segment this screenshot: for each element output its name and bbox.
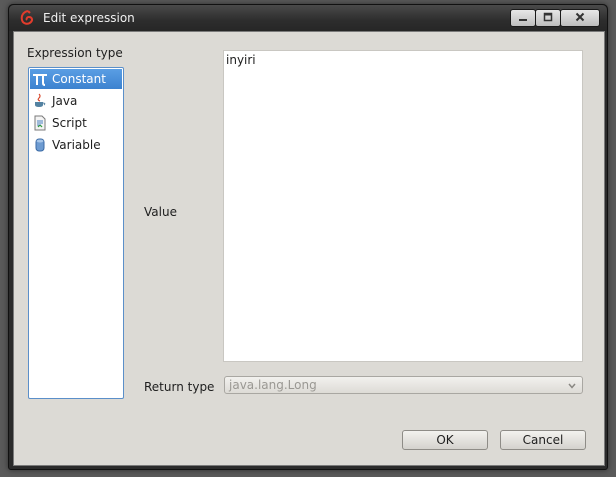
app-logo-icon — [19, 10, 35, 26]
script-icon — [32, 115, 48, 131]
dialog-content: Expression type Constant Java Script Var… — [13, 31, 605, 466]
type-item-script[interactable]: Script — [30, 113, 122, 133]
java-cup-icon — [32, 93, 48, 109]
maximize-icon — [543, 11, 553, 25]
value-label: Value — [144, 205, 177, 219]
type-item-label: Script — [52, 116, 87, 130]
edit-expression-dialog: Edit expression Expression type Constant — [8, 4, 608, 470]
value-textarea[interactable]: inyiri — [223, 50, 583, 362]
type-item-label: Variable — [52, 138, 101, 152]
return-type-select[interactable]: java.lang.Long — [224, 376, 583, 394]
type-item-label: Java — [52, 94, 78, 108]
variable-cylinder-icon — [32, 137, 48, 153]
title-bar[interactable]: Edit expression — [9, 5, 607, 31]
cancel-button[interactable]: Cancel — [500, 430, 586, 450]
window-title: Edit expression — [43, 11, 135, 25]
maximize-button[interactable] — [535, 9, 561, 27]
return-type-value: java.lang.Long — [229, 378, 317, 392]
minimize-button[interactable] — [510, 9, 536, 27]
type-item-java[interactable]: Java — [30, 91, 122, 111]
close-icon — [575, 11, 585, 25]
type-item-variable[interactable]: Variable — [30, 135, 122, 155]
chevron-down-icon — [567, 380, 577, 394]
ok-button[interactable]: OK — [402, 430, 488, 450]
expression-type-label: Expression type — [27, 46, 123, 60]
minimize-icon — [518, 11, 528, 25]
type-item-label: Constant — [52, 72, 106, 86]
type-item-constant[interactable]: Constant — [30, 69, 122, 89]
pi-icon — [32, 71, 48, 87]
close-button[interactable] — [560, 9, 600, 27]
expression-type-list[interactable]: Constant Java Script Variable — [28, 67, 124, 399]
return-type-label: Return type — [144, 380, 215, 394]
